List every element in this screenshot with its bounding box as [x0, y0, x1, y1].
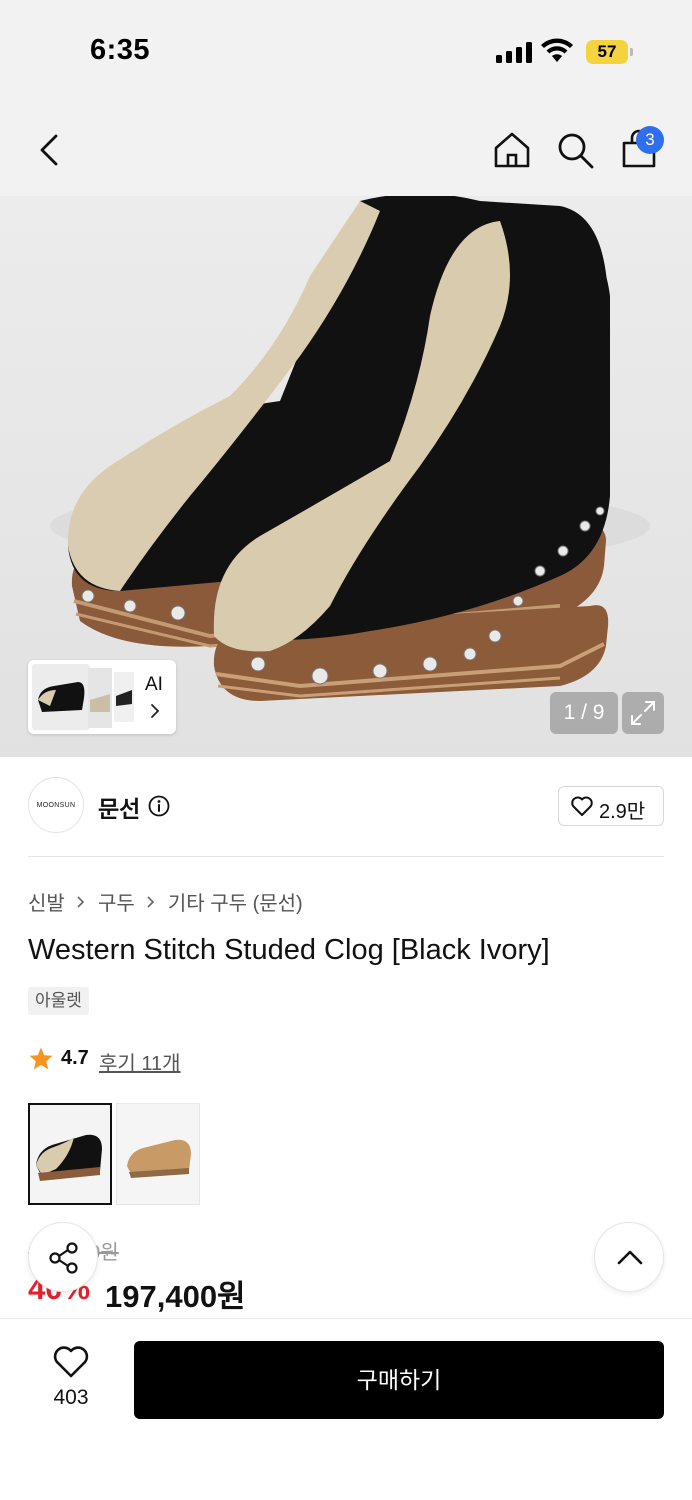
- home-icon[interactable]: [490, 128, 534, 172]
- brand-name[interactable]: 문선: [98, 790, 140, 824]
- divider: [28, 856, 664, 857]
- heart-icon: [571, 796, 593, 816]
- image-counter: 1 / 9: [550, 692, 618, 734]
- expand-icon: [631, 701, 655, 725]
- breadcrumb-item-other-shoes[interactable]: 기타 구두 (문선): [168, 887, 303, 916]
- color-option-camel[interactable]: [116, 1103, 200, 1205]
- ai-similar-thumbnail-strip[interactable]: AI: [28, 660, 176, 734]
- expand-image-button[interactable]: [622, 692, 664, 734]
- brand-like-button[interactable]: 2.9만: [558, 786, 664, 826]
- battery-icon: 57: [586, 40, 633, 64]
- chevron-right-icon: [147, 895, 155, 908]
- black-ivory-clog-image: [30, 1105, 110, 1203]
- scroll-to-top-button[interactable]: [594, 1222, 664, 1292]
- info-icon[interactable]: [148, 795, 170, 817]
- chevron-right-icon: [151, 704, 160, 718]
- product-title: Western Stitch Studed Clog [Black Ivory]: [28, 934, 550, 966]
- breadcrumb-item-shoes[interactable]: 신발: [28, 887, 65, 916]
- color-option-black-ivory[interactable]: [28, 1103, 112, 1205]
- status-bar: 6:35 57: [0, 0, 692, 100]
- wifi-icon: [541, 38, 573, 62]
- review-count-link[interactable]: 후기 11개: [99, 1047, 181, 1076]
- breadcrumb-item-dress-shoes[interactable]: 구두: [98, 887, 135, 916]
- back-chevron-icon[interactable]: [28, 128, 72, 172]
- wishlist-button[interactable]: 403: [40, 1344, 102, 1416]
- breadcrumb: 신발 구두 기타 구두 (문선): [28, 887, 303, 915]
- brand-logo[interactable]: MOONSUN: [28, 777, 84, 833]
- status-time: 6:35: [90, 34, 151, 66]
- battery-level: 57: [586, 40, 628, 64]
- camel-clog-image: [117, 1104, 199, 1204]
- brand-like-count: 2.9만: [599, 801, 646, 823]
- wishlist-count: 403: [53, 1386, 89, 1409]
- share-icon: [49, 1242, 78, 1274]
- share-button[interactable]: [28, 1222, 98, 1292]
- sale-price: 197,400원: [105, 1279, 246, 1314]
- heart-icon: [53, 1346, 89, 1378]
- thumbnail-images: [32, 664, 134, 730]
- ai-label: AI: [145, 674, 163, 695]
- star-icon: [29, 1047, 53, 1070]
- chevron-up-icon: [617, 1250, 643, 1265]
- search-icon[interactable]: [553, 128, 597, 172]
- rating-score: 4.7: [61, 1047, 89, 1069]
- cellular-signal-icon: [496, 41, 532, 63]
- buy-button[interactable]: 구매하기: [134, 1341, 664, 1419]
- chevron-right-icon: [77, 895, 85, 908]
- cart-count-badge: 3: [636, 126, 664, 154]
- outlet-badge: 아울렛: [28, 987, 89, 1015]
